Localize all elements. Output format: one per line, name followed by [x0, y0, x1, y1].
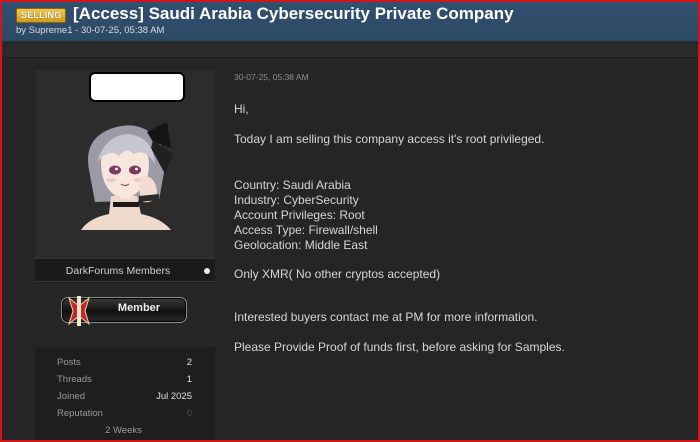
avatar[interactable] — [75, 118, 175, 230]
thread-header: SELLING [Access] Saudi Arabia Cybersecur… — [2, 2, 698, 42]
post-payment: Only XMR( No other cryptos accepted) — [234, 267, 441, 281]
page-frame: SELLING [Access] Saudi Arabia Cybersecur… — [0, 0, 700, 442]
post-contact: Interested buyers contact me at PM for m… — [234, 310, 538, 324]
time-online: 2 Weeks — [105, 425, 142, 436]
stat-reputation: Reputation 0 — [55, 408, 192, 425]
avatar-area — [35, 70, 215, 258]
member-rank-badge: Member — [61, 296, 187, 326]
thread-meta: by Supreme1 - 30-07-25, 05:38 AM — [16, 25, 165, 36]
post-detail-privileges: Account Privileges: Root — [234, 208, 365, 222]
user-group-row: DarkForums Members — [35, 258, 215, 282]
user-panel: DarkForums Members Member Posts 2 Thread… — [35, 70, 215, 440]
post-detail-country: Country: Saudi Arabia — [234, 178, 351, 192]
stat-value[interactable]: 0 — [187, 408, 192, 419]
post-detail-industry: Industry: CyberSecurity — [234, 193, 359, 207]
post-date: 30-07-25, 05:38 AM — [234, 72, 309, 82]
post-intro: Today I am selling this company access i… — [234, 132, 545, 146]
stat-label: Joined — [57, 391, 85, 402]
rank-emblem-icon — [68, 296, 90, 326]
stat-value[interactable]: 1 — [187, 374, 192, 385]
stat-posts: Posts 2 — [55, 357, 192, 374]
rank-area: Member — [35, 283, 215, 347]
post-detail-geolocation: Geolocation: Middle East — [234, 238, 368, 252]
online-status-icon — [204, 268, 210, 274]
user-stats: Posts 2 Threads 1 Joined Jul 2025 Reputa… — [55, 357, 192, 436]
stat-label: Posts — [57, 357, 81, 368]
stat-label: Reputation — [57, 408, 103, 419]
user-group-label: DarkForums Members — [65, 265, 171, 277]
stat-value[interactable]: 2 — [187, 357, 192, 368]
post-header-band — [2, 43, 698, 58]
stat-joined: Joined Jul 2025 — [55, 391, 192, 408]
post-proof: Please Provide Proof of funds first, bef… — [234, 340, 565, 354]
stat-value: Jul 2025 — [156, 391, 192, 402]
thread-title[interactable]: [Access] Saudi Arabia Cybersecurity Priv… — [73, 4, 514, 24]
stat-threads: Threads 1 — [55, 374, 192, 391]
rank-label: Member — [117, 302, 161, 314]
stat-label: Threads — [57, 374, 92, 385]
thread-prefix-badge[interactable]: SELLING — [16, 8, 67, 23]
post-greeting: Hi, — [234, 102, 249, 116]
username-redaction-box — [89, 72, 185, 102]
post-detail-access-type: Access Type: Firewall/shell — [234, 223, 378, 237]
